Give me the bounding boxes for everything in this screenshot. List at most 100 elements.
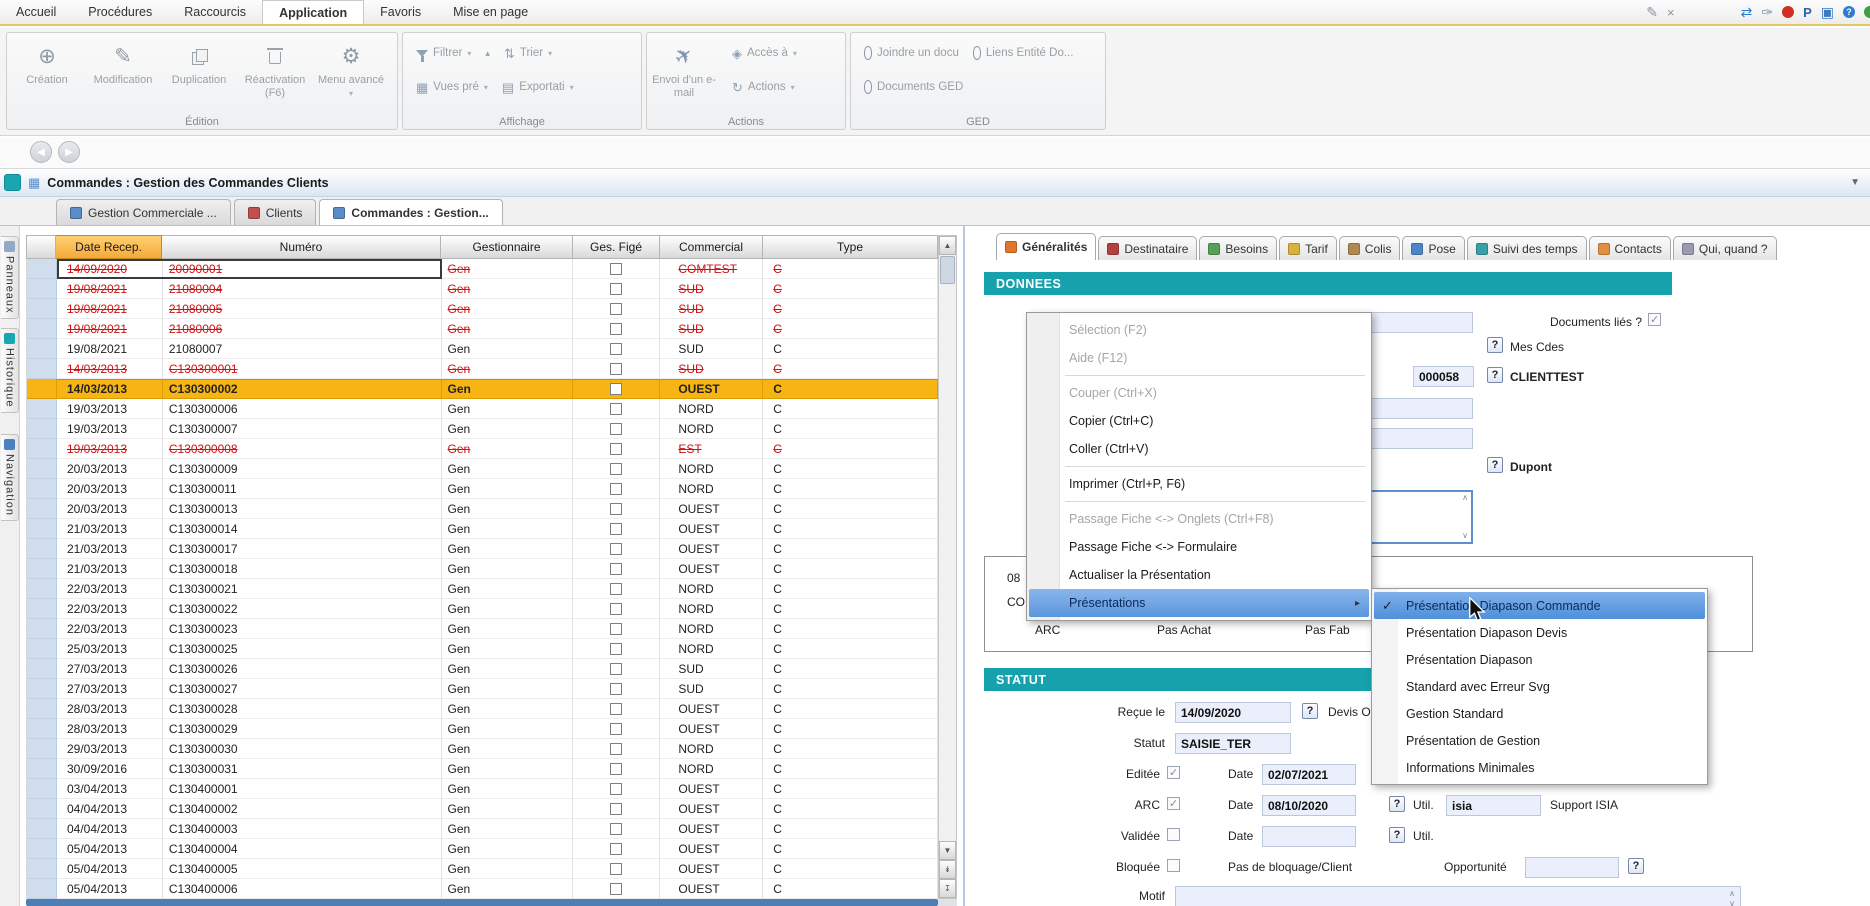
scroll-down-button[interactable]: ▼ — [939, 841, 956, 860]
ges-fige-checkbox[interactable] — [610, 783, 622, 795]
ges-fige-checkbox[interactable] — [610, 543, 622, 555]
row-selector[interactable] — [27, 279, 57, 299]
row-selector[interactable] — [27, 799, 57, 819]
submenu-item-informations-minimales[interactable]: Informations Minimales — [1374, 754, 1705, 781]
opportunite-field[interactable] — [1525, 857, 1619, 878]
sidebar-tab-historique[interactable]: Historique — [1, 328, 19, 413]
table-row[interactable]: 28/03/2013C130300029GenOUESTC — [27, 719, 938, 739]
table-row[interactable]: 30/09/2016C130300031GenNORDC — [27, 759, 938, 779]
row-selector[interactable] — [27, 339, 57, 359]
green-circle-icon[interactable] — [1864, 6, 1870, 18]
scroll-up-icon[interactable]: ∧ — [1462, 494, 1468, 502]
vertical-scrollbar[interactable]: ▲ ▼ ↡ ↧ — [938, 235, 957, 899]
row-selector[interactable] — [27, 479, 57, 499]
row-selector[interactable] — [27, 619, 57, 639]
table-row[interactable]: 27/03/2013C130300026GenSUDC — [27, 659, 938, 679]
table-row[interactable]: 19/03/2013C130300007GenNORDC — [27, 419, 938, 439]
table-row[interactable]: 28/03/2013C130300028GenOUESTC — [27, 699, 938, 719]
ges-fige-checkbox[interactable] — [610, 883, 622, 895]
menu-item-aide-f12[interactable]: Aide (F12) — [1029, 344, 1369, 372]
scrollbar-thumb[interactable] — [940, 256, 955, 284]
help-button[interactable]: ? — [1487, 337, 1503, 353]
scroll-down-icon[interactable]: ∨ — [1462, 532, 1468, 540]
panel-tab-tarif[interactable]: Tarif — [1279, 236, 1337, 260]
ges-fige-checkbox[interactable] — [610, 403, 622, 415]
attach-document-button[interactable]: Joindre un docu — [859, 42, 964, 64]
menu-item-passage-fiche-formulaire[interactable]: Passage Fiche <-> Formulaire — [1029, 533, 1369, 561]
table-row[interactable]: 19/03/2013C130300006GenNORDC — [27, 399, 938, 419]
row-selector[interactable] — [27, 879, 57, 899]
export-button[interactable]: ▤Exportati▾ — [497, 76, 579, 98]
table-row[interactable]: 03/04/2013C130400001GenOUESTC — [27, 779, 938, 799]
submenu-item-presentation-diapason-commande[interactable]: ✓Présentation Diapason Commande — [1374, 592, 1705, 619]
column-header-type[interactable]: Type — [763, 235, 938, 259]
arc-util-field[interactable]: isia — [1446, 795, 1541, 816]
ges-fige-checkbox[interactable] — [610, 383, 622, 395]
ges-fige-checkbox[interactable] — [610, 763, 622, 775]
preset-views-button[interactable]: ▦Vues pré▾ — [411, 76, 493, 98]
chevron-down-icon[interactable]: ▼ — [1850, 177, 1860, 188]
editee-date-field[interactable]: 02/07/2021 — [1262, 764, 1356, 785]
menu-item-actualiser-la-presentation[interactable]: Actualiser la Présentation — [1029, 561, 1369, 589]
ges-fige-checkbox[interactable] — [610, 283, 622, 295]
ges-fige-checkbox[interactable] — [610, 663, 622, 675]
ribbon-tab-application[interactable]: Application — [262, 0, 364, 24]
row-selector[interactable] — [27, 659, 57, 679]
editee-checkbox[interactable] — [1167, 766, 1180, 779]
column-header-commercial[interactable]: Commercial — [660, 235, 763, 259]
submenu-item-presentation-diapason-devis[interactable]: Présentation Diapason Devis — [1374, 619, 1705, 646]
ged-documents-button[interactable]: Documents GED — [859, 76, 968, 98]
table-row[interactable]: 21/03/2013C130300018GenOUESTC — [27, 559, 938, 579]
help-icon[interactable]: ? — [1843, 6, 1855, 18]
column-header-date-recep[interactable]: Date Recep. — [56, 235, 162, 259]
row-selector[interactable] — [27, 779, 57, 799]
ges-fige-checkbox[interactable] — [610, 683, 622, 695]
duplication-button[interactable]: Duplication — [161, 37, 237, 115]
scroll-page-end-button[interactable]: ↡ — [939, 860, 956, 879]
filter-button[interactable]: Filtrer▾ — [411, 42, 476, 64]
row-selector[interactable] — [27, 839, 57, 859]
ges-fige-checkbox[interactable] — [610, 743, 622, 755]
row-selector[interactable] — [27, 759, 57, 779]
table-row[interactable]: 14/09/202020090001GenCOMTESTC — [27, 259, 938, 279]
close-icon[interactable]: × — [1667, 6, 1675, 19]
ges-fige-checkbox[interactable] — [610, 583, 622, 595]
ribbon-tab-procedures[interactable]: Procédures — [72, 0, 168, 24]
ges-fige-checkbox[interactable] — [610, 603, 622, 615]
help-button[interactable]: ? — [1389, 796, 1405, 812]
document-tab-commandes-gestion[interactable]: Commandes : Gestion... — [319, 199, 502, 225]
ribbon-tab-accueil[interactable]: Accueil — [0, 0, 72, 24]
table-row[interactable]: 19/03/2013C130300008GenESTC — [27, 439, 938, 459]
table-row[interactable]: 04/04/2013C130400003GenOUESTC — [27, 819, 938, 839]
screen-icon[interactable]: ▣ — [1821, 5, 1834, 19]
row-selector[interactable] — [27, 319, 57, 339]
table-row[interactable]: 25/03/2013C130300025GenNORDC — [27, 639, 938, 659]
row-selector[interactable] — [27, 439, 57, 459]
table-row[interactable]: 05/04/2013C130400005GenOUESTC — [27, 859, 938, 879]
ges-fige-checkbox[interactable] — [610, 263, 622, 275]
row-selector[interactable] — [27, 819, 57, 839]
horizontal-scrollbar[interactable] — [26, 899, 938, 906]
ges-fige-checkbox[interactable] — [610, 503, 622, 515]
statut-field[interactable]: SAISIE_TER — [1175, 733, 1291, 754]
table-row[interactable]: 05/04/2013C130400004GenOUESTC — [27, 839, 938, 859]
documents-lies-checkbox[interactable] — [1648, 313, 1661, 326]
document-tab-clients[interactable]: Clients — [234, 199, 317, 225]
ges-fige-checkbox[interactable] — [610, 843, 622, 855]
table-row[interactable]: 14/03/2013C130300001GenSUDC — [27, 359, 938, 379]
scroll-up-button[interactable]: ▲ — [939, 236, 956, 255]
back-button[interactable]: ◀ — [30, 141, 52, 163]
panel-tab-colis[interactable]: Colis — [1339, 236, 1401, 260]
motif-field[interactable]: ∧ ∨ — [1175, 886, 1741, 906]
menu-item-selection-f2[interactable]: Sélection (F2) — [1029, 316, 1369, 344]
arc-checkbox[interactable] — [1167, 797, 1180, 810]
panel-tab-besoins[interactable]: Besoins — [1199, 236, 1277, 260]
scroll-up-icon[interactable]: ∧ — [1729, 890, 1735, 898]
help-button[interactable]: ? — [1302, 703, 1318, 719]
panel-tab-destinataire[interactable]: Destinataire — [1098, 236, 1197, 260]
creation-button[interactable]: ⊕Création — [9, 37, 85, 115]
row-selector[interactable] — [27, 559, 57, 579]
edit-pencil-icon[interactable]: ✎ — [1646, 5, 1658, 19]
row-selector[interactable] — [27, 519, 57, 539]
reactivation-button[interactable]: Réactivation (F6) — [237, 37, 313, 115]
